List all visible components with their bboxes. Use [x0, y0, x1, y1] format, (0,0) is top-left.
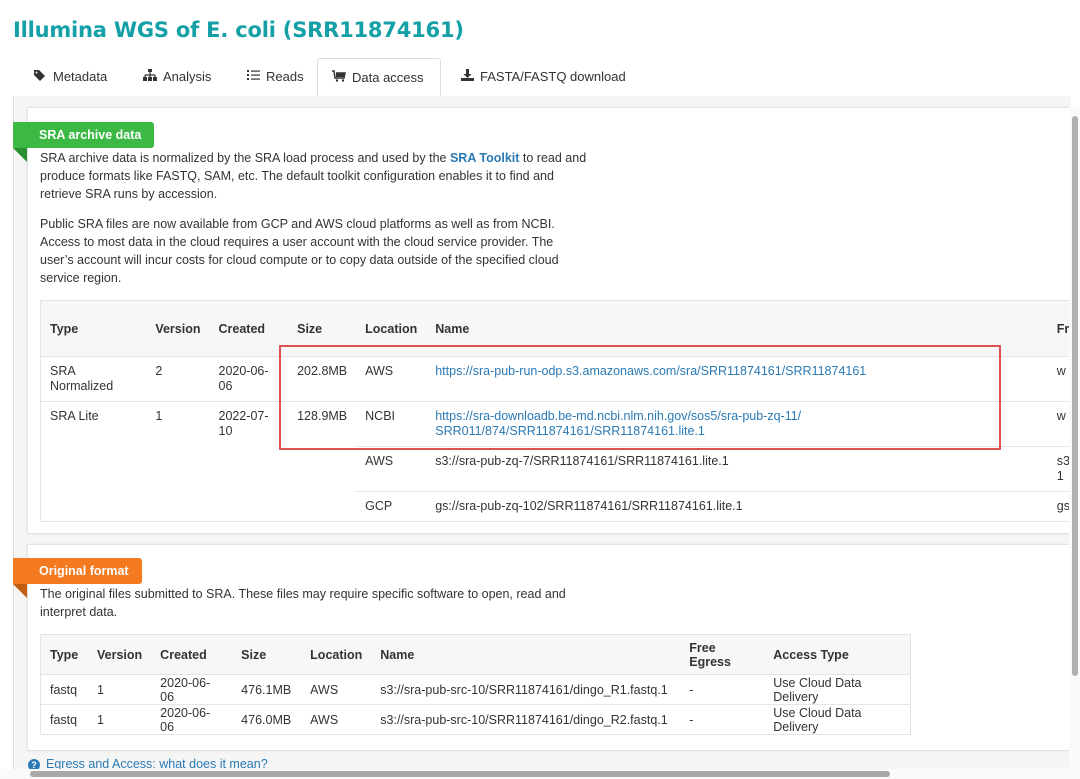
cell: Use Cloud Data Delivery [764, 674, 911, 705]
cell-name: gs://sra-pub-zq-102/SRR11874161/SRR11874… [426, 491, 1048, 522]
original-format-ribbon: Original format [13, 558, 142, 584]
col-header: Type [40, 300, 147, 357]
cell: - [680, 674, 765, 705]
ribbon-fold [13, 584, 27, 598]
cell: 476.0MB [232, 704, 302, 735]
sra-description: SRA archive data is normalized by the SR… [40, 149, 590, 203]
cell-type: SRA Normalized [40, 356, 147, 402]
highlight-box [279, 345, 1001, 450]
tab-analysis[interactable]: Analysis [129, 58, 225, 95]
cell-location: GCP [356, 491, 427, 522]
cell: Use Cloud Data Delivery [764, 704, 911, 735]
tab-reads[interactable]: Reads [232, 58, 318, 95]
tab-metadata[interactable]: Metadata [19, 58, 121, 95]
table-row: AWS s3://sra-pub-zq-7/SRR11874161/SRR118… [41, 446, 1080, 492]
tab-label: Reads [266, 69, 304, 84]
col-header: Name [371, 634, 681, 675]
col-header: Version [146, 300, 210, 357]
cell-version: 1 [146, 401, 210, 447]
cell: 2020-06-06 [151, 674, 233, 705]
cell: fastq [40, 704, 88, 735]
col-header: Free Egress [680, 634, 765, 675]
original-description: The original files submitted to SRA. The… [40, 587, 566, 619]
cloud-description: Public SRA files are now available from … [40, 217, 559, 285]
col-header: Type [40, 634, 88, 675]
ribbon-fold [13, 148, 27, 162]
sitemap-icon [143, 69, 157, 84]
col-header: Created [151, 634, 233, 675]
col-header: Created [209, 300, 289, 357]
horizontal-scrollbar[interactable] [0, 769, 1069, 779]
scrollbar-thumb[interactable] [1072, 116, 1078, 676]
cell: 1 [88, 674, 152, 705]
cell-location: AWS [356, 446, 427, 492]
sra-desc-text: SRA archive data is normalized by the SR… [40, 151, 450, 165]
cell: - [680, 704, 765, 735]
table-row: GCP gs://sra-pub-zq-102/SRR11874161/SRR1… [41, 491, 1080, 522]
tab-label: FASTA/FASTQ download [480, 69, 626, 84]
table-row: fastq 1 2020-06-06 476.1MB AWS s3://sra-… [40, 674, 911, 705]
cell: 476.1MB [232, 674, 302, 705]
cell: AWS [301, 674, 372, 705]
cell: 1 [88, 704, 152, 735]
scrollbar-thumb[interactable] [30, 771, 890, 777]
sra-toolkit-link[interactable]: SRA Toolkit [450, 151, 519, 165]
vertical-scrollbar[interactable] [1069, 106, 1080, 779]
list-icon [246, 69, 260, 84]
page-title: Illumina WGS of E. coli (SRR11874161) [13, 18, 464, 42]
cell: fastq [40, 674, 88, 705]
col-header: Size [232, 634, 302, 675]
cell: 2020-06-06 [151, 704, 233, 735]
cell-created: 2020-06-06 [209, 356, 289, 402]
download-icon [460, 69, 474, 84]
tab-bar: Metadata Analysis Reads Data access FAST… [13, 58, 1068, 97]
cell: s3://sra-pub-src-10/SRR11874161/dingo_R2… [371, 704, 681, 735]
col-header: Access Type [764, 634, 911, 675]
tags-icon [33, 69, 47, 84]
cart-icon [332, 70, 346, 85]
cell-version: 2 [146, 356, 210, 402]
col-header: Location [301, 634, 372, 675]
tab-label: Metadata [53, 69, 108, 84]
tab-fasta-fastq-download[interactable]: FASTA/FASTQ download [446, 58, 640, 95]
tab-data-access[interactable]: Data access [317, 58, 441, 97]
sra-archive-ribbon: SRA archive data [13, 122, 155, 148]
cell-created: 2022-07-10 [209, 401, 289, 447]
cell-type: SRA Lite [40, 401, 147, 447]
cell-name: s3://sra-pub-zq-7/SRR11874161/SRR1187416… [426, 446, 1048, 492]
original-files-table: Type Version Created Size Location Name … [40, 634, 911, 735]
table-row: fastq 1 2020-06-06 476.0MB AWS s3://sra-… [40, 704, 911, 735]
cell: AWS [301, 704, 372, 735]
tab-label: Data access [352, 70, 424, 85]
tab-label: Analysis [163, 69, 212, 84]
col-header: Version [88, 634, 152, 675]
cell: s3://sra-pub-src-10/SRR11874161/dingo_R1… [371, 674, 681, 705]
